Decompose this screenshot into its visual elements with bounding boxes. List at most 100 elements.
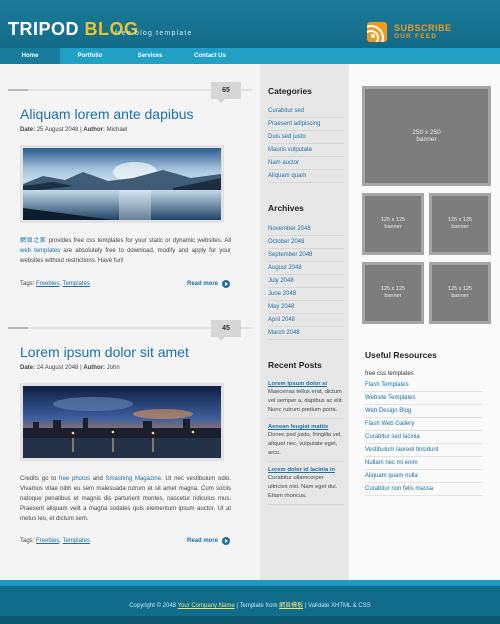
nav-portfolio[interactable]: Portfolio [60,48,120,64]
recent-post-item: Lorem dolor id lacinia in Curabitur ulla… [268,466,344,505]
site-header: TRIPOD BLOG free blog template SUBSCRIBE… [0,0,500,48]
post-image-lake [20,145,224,223]
banner-125[interactable]: 125 x 125 banner [362,262,424,324]
category-item[interactable]: Duis sed justo [268,131,344,144]
recent-post-title[interactable]: Aenean feugiat mattis [268,423,344,431]
banner-125[interactable]: 125 x 125 banner [362,193,424,255]
resource-item[interactable]: Curabitur non felis massa [365,483,483,496]
read-more-link[interactable]: Read more [187,538,218,544]
date-label: Date: [20,127,36,133]
tag-link[interactable]: Freebies [36,538,59,544]
banner-label: 250 x 250 banner [412,129,441,143]
arrow-right-icon[interactable] [222,280,230,288]
text-span: . Ut nec vestibulum odio. Vivamus vitae … [20,476,231,522]
banner-125[interactable]: 125 x 125 banner [429,262,491,324]
recent-post-title[interactable]: Lorem ipsum dolor si [268,380,344,388]
site-slogan: free blog template [115,30,193,37]
resource-item[interactable]: Flash Web Gallery [365,418,483,431]
categories-list: Curabitur sed Praesent adipiscing Duis s… [268,105,344,183]
recent-post-title[interactable]: Lorem dolor id lacinia in [268,466,344,474]
post-author: John [106,365,120,371]
resource-item[interactable]: Flash Templates [365,379,483,392]
resource-item[interactable]: Website Templates [365,392,483,405]
tags-label: Tags: [20,281,35,287]
archive-item[interactable]: March 2048 [268,327,344,340]
comment-count-badge[interactable]: 45 [211,320,241,341]
resource-item[interactable]: Nullam nec mi enim [365,457,483,470]
resource-item[interactable]: Web Design Blog [365,405,483,418]
category-item[interactable]: Praesent adipiscing [268,118,344,131]
resource-item[interactable]: Vestibulum laoreet tincidunt [365,444,483,457]
category-item[interactable]: Aliquam quam [268,170,344,183]
template-link[interactable]: 網頁模板 [279,603,303,609]
copyright-text: Copyright © 2048 [129,603,178,609]
post-date: 24 August 2048 [36,365,79,371]
category-item[interactable]: Curabitur sed [268,105,344,118]
rss-icon[interactable] [367,22,387,42]
text-link[interactable]: 網頁之家 [20,238,46,244]
text-link[interactable]: free photos [59,476,90,482]
post-divider-accent [8,327,28,329]
archive-item[interactable]: July 2048 [268,275,344,288]
read-more-link[interactable]: Read more [187,281,218,287]
resource-item[interactable]: Curabitur sed lacinia [365,431,483,444]
tag-link[interactable]: Freebies [36,281,59,287]
post-author: Michael [106,127,128,133]
recent-post-item: Aenean feugiat mattis Donec psd justo, f… [268,423,344,462]
archive-item[interactable]: June 2048 [268,288,344,301]
archive-item[interactable]: October 2048 [268,236,344,249]
post-title[interactable]: Aliquam lorem ante dapibus [20,106,194,122]
text-link[interactable]: Smashing Magazine [106,476,161,482]
text-span: and [90,476,106,482]
archive-item[interactable]: November 2048 [268,223,344,236]
recent-post-text: Maecenas tellus erat, dictum vel semper … [268,389,344,413]
author-label: Author: [83,127,105,133]
banner-label: 125 x 125 banner [447,217,473,230]
main-nav: Home Portfolio Services Contact Us [0,48,500,64]
validate-text[interactable]: | Validate XHTML & CSS [303,603,371,609]
text-span: Credits go to [20,476,59,482]
text-link[interactable]: web templates [20,248,60,254]
nav-home[interactable]: Home [0,48,60,64]
nav-contact[interactable]: Contact Us [180,48,240,64]
resources-intro: free css templates [365,371,414,377]
footer-text: Copyright © 2048 Your Company Name | Tem… [0,600,500,609]
post-title[interactable]: Lorem ipsum dolor sit amet [20,344,189,360]
archive-item[interactable]: August 2048 [268,262,344,275]
archives-heading: Archives [268,203,304,213]
archive-item[interactable]: May 2048 [268,301,344,314]
date-label: Date: [20,365,36,371]
recent-post-text: Donec psd justo, fringilla vel, aliquet … [268,432,342,456]
nav-services[interactable]: Services [120,48,180,64]
banner-label: 125 x 125 banner [447,286,473,299]
subscribe-link[interactable]: SUBSCRIBE [394,23,452,33]
footer-bottom-bar [0,616,500,624]
category-item[interactable]: Mauris vulputate [268,144,344,157]
author-label: Author: [83,365,105,371]
archive-item[interactable]: September 2048 [268,249,344,262]
feed-link[interactable]: OUR FEED [394,33,437,40]
logo-word-1: TRIPOD [8,19,80,39]
recent-posts-list: Lorem ipsum dolor si Maecenas tellus era… [268,380,344,509]
resource-item[interactable]: Aliquam quam nulla [365,470,483,483]
company-link[interactable]: Your Company Name [178,603,235,609]
category-item[interactable]: Nam auctor [268,157,344,170]
comment-count-badge[interactable]: 65 [211,82,241,103]
template-from-text: | Template from [234,603,280,609]
post-meta: Date: 24 August 2048 | Author: John [20,365,120,371]
tag-link[interactable]: Templates [63,281,90,287]
archive-item[interactable]: April 2048 [268,314,344,327]
resources-heading: Useful Resources [365,350,437,360]
arrow-right-icon[interactable] [222,537,230,545]
post-excerpt: Credits go to free photos and Smashing M… [20,474,231,524]
post-tags: Tags: Freebies, Templates [20,281,90,287]
post-divider-accent [8,89,28,91]
tag-link[interactable]: Templates [63,538,90,544]
archives-list: November 2048 October 2048 September 204… [268,223,344,340]
post-meta: Date: 25 August 2048 | Author: Michael [20,127,128,133]
banner-125[interactable]: 125 x 125 banner [429,193,491,255]
recent-post-item: Lorem ipsum dolor si Maecenas tellus era… [268,380,344,419]
recent-posts-heading: Recent Posts [268,360,322,370]
banner-250[interactable]: 250 x 250 banner [362,86,491,186]
banner-label: 125 x 125 banner [380,286,406,299]
